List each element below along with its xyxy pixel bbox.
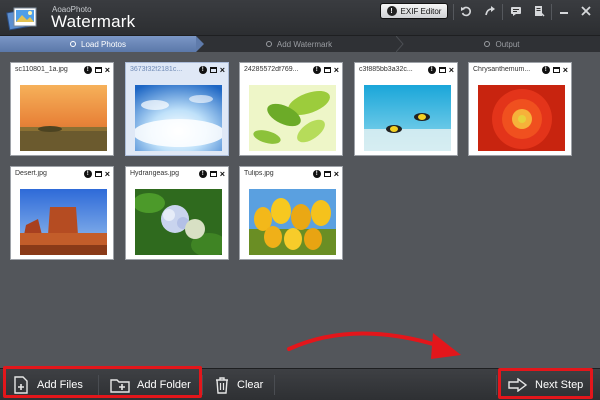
- info-icon[interactable]: !: [198, 66, 207, 74]
- toolbar-separator: [551, 4, 552, 20]
- photo-card-header: 24285572df769... ! ×: [240, 63, 342, 77]
- photo-filename: c3f885bb3a32c...: [359, 66, 413, 73]
- title-bar: AoaoPhoto Watermark ! EXIF Editor: [0, 0, 600, 36]
- info-icon[interactable]: !: [83, 66, 92, 74]
- remove-icon[interactable]: ×: [334, 66, 339, 75]
- photo-card[interactable]: sc110801_1a.jpg ! ×: [10, 62, 114, 156]
- remove-icon[interactable]: ×: [449, 66, 454, 75]
- photo-thumbnail: [364, 85, 451, 151]
- photo-card-header: 3673f32f2181c... ! ×: [126, 63, 228, 77]
- photo-card-header: sc110801_1a.jpg ! ×: [11, 63, 113, 77]
- photo-thumbnail: [135, 85, 222, 151]
- photo-card[interactable]: Tulips.jpg ! ×: [239, 166, 343, 260]
- step-indicator-icon: [70, 41, 77, 47]
- maximize-icon[interactable]: [209, 67, 217, 73]
- photo-card-header: Chrysanthemum... ! ×: [469, 63, 571, 77]
- info-icon[interactable]: !: [541, 66, 550, 74]
- photo-card[interactable]: 3673f32f2181c... ! ×: [125, 62, 229, 156]
- toolbar-separator: [274, 375, 275, 395]
- remove-icon[interactable]: ×: [563, 66, 568, 75]
- maximize-icon[interactable]: [94, 67, 102, 73]
- annotation-arrow-icon: [287, 331, 461, 359]
- photo-card-header: c3f885bb3a32c... ! ×: [355, 63, 457, 77]
- register-icon[interactable]: [531, 3, 547, 19]
- remove-icon[interactable]: ×: [105, 66, 110, 75]
- maximize-icon[interactable]: [323, 171, 331, 177]
- step-load-photos[interactable]: Load Photos: [0, 36, 196, 52]
- remove-icon[interactable]: ×: [220, 66, 225, 75]
- highlight-box-next-step: [498, 368, 593, 399]
- photo-card-header: Desert.jpg ! ×: [11, 167, 113, 181]
- step-indicator-icon: [265, 41, 272, 47]
- photo-filename: Chrysanthemum...: [473, 66, 531, 73]
- trash-icon: [216, 377, 228, 394]
- maximize-icon[interactable]: [323, 67, 331, 73]
- photo-filename: 3673f32f2181c...: [130, 66, 183, 73]
- step-add-watermark[interactable]: Add Watermark: [204, 36, 394, 52]
- photo-filename: Hydrangeas.jpg: [130, 170, 180, 177]
- remove-icon[interactable]: ×: [105, 170, 110, 179]
- maximize-icon[interactable]: [94, 171, 102, 177]
- clear-label: Clear: [237, 379, 264, 391]
- info-icon: !: [386, 6, 397, 16]
- photo-thumbnail: [135, 189, 222, 255]
- photo-thumbnail: [249, 189, 336, 255]
- chat-icon[interactable]: [508, 3, 524, 19]
- remove-icon[interactable]: ×: [220, 170, 225, 179]
- remove-icon[interactable]: ×: [334, 170, 339, 179]
- highlight-box-add-buttons: [3, 366, 202, 398]
- step-label: Add Watermark: [276, 39, 333, 49]
- workflow-steps: Load Photos Add Watermark Output: [0, 36, 600, 52]
- toolbar-separator: [453, 4, 454, 20]
- info-icon[interactable]: !: [312, 170, 321, 178]
- photo-card-header: Hydrangeas.jpg ! ×: [126, 167, 228, 181]
- photo-thumbnail: [20, 85, 107, 151]
- info-icon[interactable]: !: [427, 66, 436, 74]
- photo-filename: Tulips.jpg: [244, 170, 274, 177]
- step-label: Output: [495, 39, 520, 49]
- app-logo-icon: [6, 4, 40, 32]
- photo-card[interactable]: c3f885bb3a32c... ! ×: [354, 62, 458, 156]
- info-icon[interactable]: !: [198, 170, 207, 178]
- app-title: Watermark: [51, 12, 136, 31]
- photo-card[interactable]: Desert.jpg ! ×: [10, 166, 114, 260]
- minimize-icon[interactable]: [556, 3, 572, 19]
- step-arrow-icon: [396, 36, 404, 52]
- close-icon[interactable]: [578, 3, 594, 19]
- photo-filename: sc110801_1a.jpg: [15, 66, 68, 73]
- photo-filename: Desert.jpg: [15, 170, 47, 177]
- maximize-icon[interactable]: [438, 67, 446, 73]
- step-output[interactable]: Output: [404, 36, 600, 52]
- maximize-icon[interactable]: [209, 171, 217, 177]
- toolbar-separator: [202, 375, 203, 395]
- info-icon[interactable]: !: [312, 66, 321, 74]
- photo-thumbnail: [478, 85, 565, 151]
- undo-icon[interactable]: [458, 3, 474, 19]
- photo-grid: sc110801_1a.jpg ! × 3673f32f2181c... ! ×…: [0, 52, 600, 368]
- photo-filename: 24285572df769...: [244, 66, 299, 73]
- info-icon[interactable]: !: [83, 170, 92, 178]
- exif-editor-button[interactable]: ! EXIF Editor: [380, 3, 448, 19]
- redo-icon[interactable]: [482, 3, 498, 19]
- photo-card[interactable]: Chrysanthemum... ! ×: [468, 62, 572, 156]
- step-arrow-icon: [196, 36, 204, 52]
- photo-thumbnail: [249, 85, 336, 151]
- toolbar-separator: [502, 4, 503, 20]
- photo-card[interactable]: Hydrangeas.jpg ! ×: [125, 166, 229, 260]
- step-indicator-icon: [484, 41, 491, 47]
- photo-card[interactable]: 24285572df769... ! ×: [239, 62, 343, 156]
- exif-editor-label: EXIF Editor: [400, 6, 442, 16]
- clear-button[interactable]: Clear: [214, 372, 263, 398]
- maximize-icon[interactable]: [552, 67, 560, 73]
- toolbar-separator: [496, 375, 497, 395]
- step-label: Load Photos: [81, 39, 126, 49]
- photo-card-header: Tulips.jpg ! ×: [240, 167, 342, 181]
- photo-thumbnail: [20, 189, 107, 255]
